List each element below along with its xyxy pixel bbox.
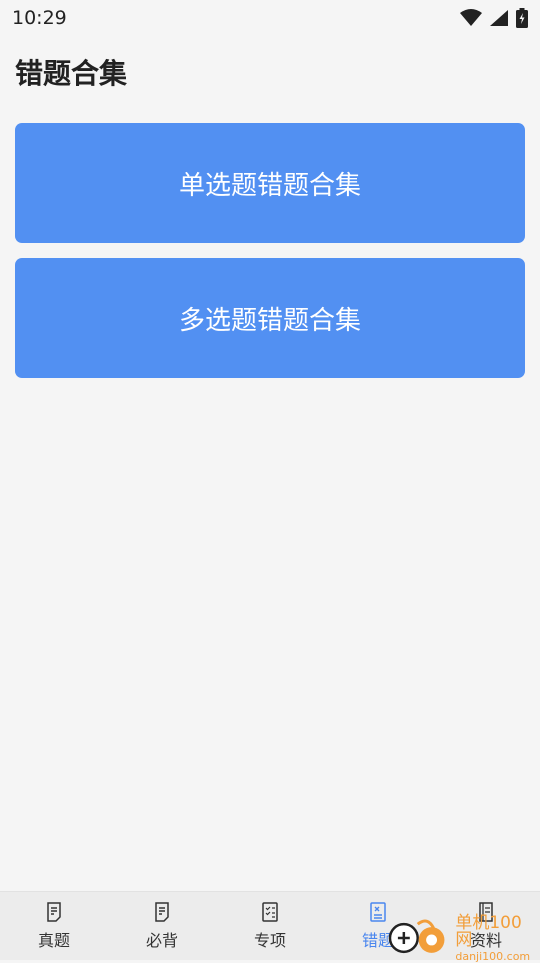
status-icons	[460, 8, 528, 28]
watermark-text: 单机100网 danji100.com	[455, 912, 538, 962]
tab-label: 必背	[145, 931, 178, 950]
document-icon	[155, 902, 169, 922]
single-choice-wrong-collection-button[interactable]: 单选题错题合集	[15, 123, 525, 243]
page-title: 错题合集	[15, 57, 128, 90]
tab-bibei[interactable]: 必背	[108, 892, 216, 960]
status-time: 10:29	[12, 7, 67, 29]
battery-charging-icon	[516, 8, 528, 28]
tab-label: 专项	[253, 931, 286, 950]
watermark: 单机100网 danji100.com	[388, 914, 538, 962]
wrong-document-icon	[370, 902, 386, 922]
watermark-logo-icon	[388, 919, 445, 954]
tab-zhuanxiang[interactable]: 专项	[216, 892, 324, 960]
watermark-title: 单机100网	[455, 912, 522, 950]
status-bar: 10:29	[0, 0, 540, 36]
checklist-icon	[262, 902, 278, 922]
multi-choice-wrong-collection-button[interactable]: 多选题错题合集	[15, 258, 525, 378]
tab-zhenti[interactable]: 真题	[0, 892, 108, 960]
tab-label: 真题	[37, 931, 70, 950]
document-icon	[47, 902, 61, 922]
signal-icon	[490, 10, 508, 26]
wifi-icon	[460, 9, 482, 26]
